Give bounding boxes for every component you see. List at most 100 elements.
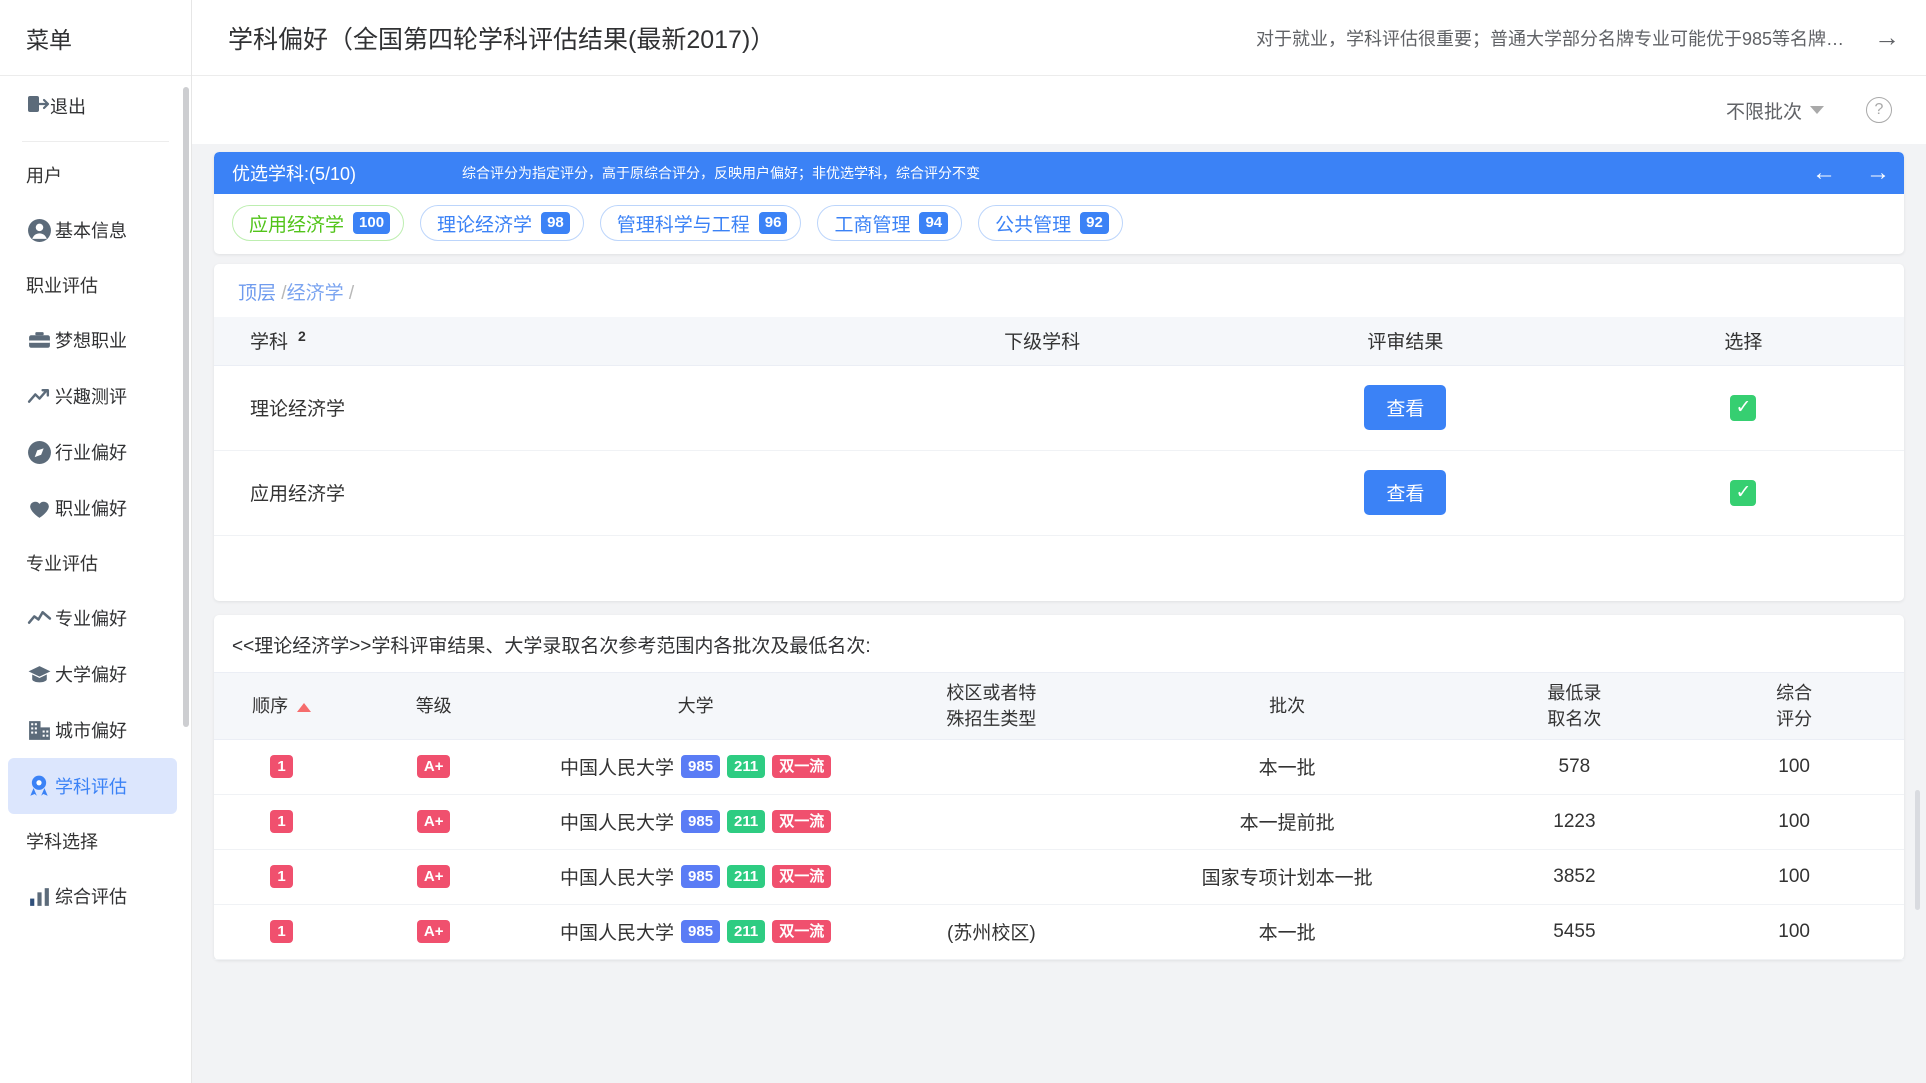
sidebar-group-title-major: 专业评估 [0,536,191,590]
cell-select: ✓ [1582,365,1904,451]
tag-211-badge: 211 [727,755,766,778]
sidebar-item-interest-test[interactable]: 兴趣测评 [0,368,191,424]
column-header-grade[interactable]: 等级 [349,673,519,740]
preferred-chip-list: 应用经济学 100 理论经济学 98 管理科学与工程 96 工商管理 94 公共… [214,194,1904,254]
rank-badge: 1 [270,810,293,833]
preferred-chip-label: 公共管理 [995,214,1072,236]
university-name: 中国人民大学 [560,923,675,944]
chevron-down-icon [1810,106,1824,114]
cell-min-rank: 578 [1464,739,1685,795]
sidebar-item-label-logout: 退出 [50,97,86,117]
arrow-right-icon[interactable]: → [1866,161,1890,185]
grade-badge: A+ [416,920,451,943]
sidebar-item-logout[interactable]: 退出 [0,77,191,135]
preferred-chip[interactable]: 应用经济学 100 [232,205,405,241]
compass-icon [26,439,52,465]
column-header-sub-discipline[interactable]: 下级学科 [856,317,1228,366]
university-name: 中国人民大学 [560,813,675,834]
cell-score: 100 [1684,794,1904,850]
table-header-row: 学科 2 下级学科 评审结果 选择 [214,317,1904,366]
cell-university: 中国人民大学 985 211 双一流 [518,849,874,905]
batch-filter-dropdown[interactable]: 不限批次 [1726,97,1824,124]
table-row[interactable]: 应用经济学 查看 ✓ [214,450,1904,536]
cell-min-rank: 1223 [1464,794,1685,850]
check-icon[interactable]: ✓ [1730,479,1757,506]
column-header-discipline[interactable]: 学科 2 [214,317,857,366]
table-row[interactable]: 1 A+ 中国人民大学 985 211 双一流 [214,794,1904,850]
sidebar-item-industry-pref[interactable]: 行业偏好 [0,424,191,480]
sidebar-item-overall-eval[interactable]: 综合评估 [0,868,191,924]
sidebar-item-major-pref[interactable]: 专业偏好 [0,590,191,646]
cell-grade: A+ [349,904,519,960]
university-cell: 中国人民大学 985 211 双一流 [560,808,832,835]
preferred-chip[interactable]: 管理科学与工程 96 [599,205,802,241]
cell-batch: 本一批 [1109,739,1465,795]
tag-shuangyiliu-badge: 双一流 [772,920,832,943]
sidebar-item-label-overall-eval: 综合评估 [55,887,127,907]
preferred-chip[interactable]: 公共管理 92 [978,205,1123,241]
tag-211-badge: 211 [727,920,766,943]
university-cell: 中国人民大学 985 211 双一流 [560,918,832,945]
cell-campus [873,794,1110,850]
breadcrumb-item-economics[interactable]: 经济学 [287,283,344,304]
column-header-min-rank[interactable]: 最低录 取名次 [1464,673,1685,740]
table-row[interactable]: 1 A+ 中国人民大学 985 211 双一流 [214,739,1904,795]
cell-score: 100 [1684,849,1904,905]
sidebar-group-title-user: 用户 [0,148,191,202]
graduation-cap-icon [26,661,52,687]
column-label-line2: 取名次 [1547,708,1602,729]
sidebar-scrollbar[interactable] [183,87,189,727]
column-label-line1: 综合 [1776,682,1813,703]
breadcrumb-item-top[interactable]: 顶层 [238,283,276,304]
sidebar-header: 菜单 [0,0,191,76]
arrow-right-icon[interactable]: → [1874,22,1900,53]
preferred-banner-note: 综合评分为指定评分，高于原综合评分，反映用户偏好；非优选学科，综合评分不变 [462,165,981,181]
column-header-order[interactable]: 顺序 [214,673,350,740]
check-icon[interactable]: ✓ [1730,394,1757,421]
sidebar-item-label-university-pref: 大学偏好 [55,665,127,685]
column-header-select[interactable]: 选择 [1582,317,1904,366]
university-cell: 中国人民大学 985 211 双一流 [560,753,832,780]
column-header-score[interactable]: 综合 评分 [1684,673,1904,740]
column-header-campus[interactable]: 校区或者特 殊招生类型 [873,673,1110,740]
view-button[interactable]: 查看 [1364,470,1447,515]
table-header-row: 顺序 等级 大学 校区或者特 殊招生类型 批次 最低录 取名次 综合 评分 [214,673,1904,740]
discipline-table-card: 顶层 /经济学 / 学科 2 下级学科 评审结果 选择 理论经济学 查看 ✓ 应… [214,264,1904,601]
column-header-batch[interactable]: 批次 [1109,673,1465,740]
rank-badge: 1 [270,920,293,943]
heart-icon [26,495,52,521]
main-scrollbar[interactable] [1915,790,1920,910]
sidebar-item-basic-info[interactable]: 基本信息 [0,202,191,258]
rank-badge: 1 [270,755,293,778]
tag-211-badge: 211 [727,810,766,833]
cell-campus: (苏州校区) [873,904,1110,960]
column-label-line1: 最低录 [1547,682,1602,703]
sidebar-item-dream-job[interactable]: 梦想职业 [0,312,191,368]
column-label-line2: 殊招生类型 [946,708,1037,729]
preferred-chip[interactable]: 工商管理 94 [817,205,963,241]
cell-university: 中国人民大学 985 211 双一流 [518,739,874,795]
table-row[interactable]: 1 A+ 中国人民大学 985 211 双一流 [214,904,1904,960]
preferred-chip[interactable]: 理论经济学 98 [420,205,584,241]
sidebar-item-city-pref[interactable]: 城市偏好 [0,702,191,758]
column-header-review-result[interactable]: 评审结果 [1227,317,1583,366]
view-button[interactable]: 查看 [1364,385,1447,430]
sidebar-item-university-pref[interactable]: 大学偏好 [0,646,191,702]
sidebar-item-discipline-eval[interactable]: 学科评估 [8,758,177,814]
arrow-left-icon[interactable]: ← [1812,161,1836,185]
cell-batch: 本一提前批 [1109,794,1465,850]
column-header-university[interactable]: 大学 [518,673,874,740]
sidebar-item-label-career-pref: 职业偏好 [55,499,127,519]
table-row[interactable]: 1 A+ 中国人民大学 985 211 双一流 [214,849,1904,905]
cell-sub-discipline [856,450,1228,536]
table-row[interactable]: 理论经济学 查看 ✓ [214,365,1904,451]
cell-batch: 本一批 [1109,904,1465,960]
sidebar-item-career-pref[interactable]: 职业偏好 [0,480,191,536]
question-mark-circle-icon[interactable]: ? [1866,97,1892,123]
sidebar-item-label-interest-test: 兴趣测评 [55,387,127,407]
trend-up-icon [26,383,52,409]
sidebar-group-title-career: 职业评估 [0,258,191,312]
cell-discipline: 应用经济学 [214,450,857,536]
sidebar-scroll-area[interactable]: 退出 用户 基本信息 职业评估 梦想职业 兴趣测评 行业偏好 职业偏好 专业评估… [0,77,191,1083]
preferred-banner-nav: ← → [1812,161,1890,185]
